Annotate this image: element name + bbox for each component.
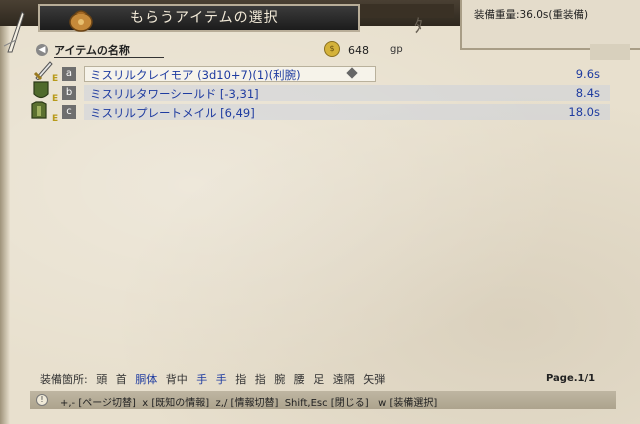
equip-mark-icon: E — [52, 74, 59, 84]
gold-amount: 648 — [348, 44, 369, 57]
item-key: c — [62, 105, 76, 119]
slot-item: 胴体 — [135, 373, 158, 386]
quill-icon — [3, 11, 25, 53]
right-tab[interactable] — [590, 44, 630, 60]
page-indicator: Page.1/1 — [546, 373, 596, 384]
slot-item: 遠隔 — [332, 373, 355, 386]
slot-item: 腕 — [274, 373, 286, 386]
hint-bulb-icon: ! — [36, 394, 48, 406]
scroll-icon: ﾀ — [414, 16, 423, 37]
slot-item: 手 — [215, 373, 227, 386]
item-key: b — [62, 86, 76, 100]
equip-mark-icon: E — [52, 114, 59, 124]
item-row[interactable]: a ミスリルクレイモア (3d10+7)(1)(利腕) 9.6s — [62, 66, 610, 82]
weight-panel: 装備重量:36.0s(重装備) — [460, 0, 640, 50]
item-name: ミスリルタワーシールド [-3,31] — [90, 87, 259, 101]
slot-item: 指 — [235, 373, 247, 386]
item-weight: 9.6s — [575, 67, 600, 81]
sword-icon — [33, 61, 53, 80]
slots-label: 装備箇所: — [40, 373, 88, 386]
slot-item: 足 — [313, 373, 325, 386]
gold-unit: gp — [390, 44, 403, 55]
item-weight: 18.0s — [568, 105, 600, 119]
item-row[interactable]: c ミスリルプレートメイル [6,49] 18.0s — [62, 104, 610, 120]
item-name: ミスリルプレートメイル [6,49] — [90, 106, 255, 120]
equipment-slots: 装備箇所: 頭 首 胴体 背中 手 手 指 指 腕 腰 足 遠隔 矢弾 — [40, 371, 390, 387]
item-name-header: アイテムの名称 — [54, 44, 130, 57]
help-text: +,- [ページ切替] x [既知の情報] z,/ [情報切替] Shift,E… — [60, 398, 438, 409]
slot-item: 矢弾 — [363, 373, 386, 386]
item-row[interactable]: b ミスリルタワーシールド [-3,31] 8.4s — [62, 85, 610, 101]
shield-icon — [33, 81, 49, 99]
parchment-edge — [0, 26, 10, 424]
slot-item: 腰 — [293, 373, 305, 386]
title-bar: もらうアイテムの選択 — [38, 4, 360, 32]
header-arrow-icon: ◀ — [36, 44, 48, 56]
item-name: ミスリルクレイモア (3d10+7)(1)(利腕) — [90, 68, 301, 82]
gold-coin-icon: $ — [324, 41, 340, 57]
slot-item: 手 — [196, 373, 208, 386]
decorative-divider — [360, 4, 454, 18]
help-bar: ! +,- [ページ切替] x [既知の情報] z,/ [情報切替] Shift… — [30, 391, 616, 409]
equip-mark-icon: E — [52, 94, 59, 104]
weight-text: 装備重量:36.0s(重装備) — [474, 9, 589, 21]
window-title: もらうアイテムの選択 — [130, 10, 279, 26]
item-weight: 8.4s — [575, 86, 600, 100]
slot-item: 指 — [254, 373, 266, 386]
slot-item: 背中 — [165, 373, 188, 386]
header-underline — [54, 57, 164, 58]
item-key: a — [62, 67, 76, 81]
slot-item: 首 — [115, 373, 127, 386]
armor-icon — [31, 101, 47, 119]
slot-item: 頭 — [96, 373, 108, 386]
bag-icon — [69, 10, 93, 32]
